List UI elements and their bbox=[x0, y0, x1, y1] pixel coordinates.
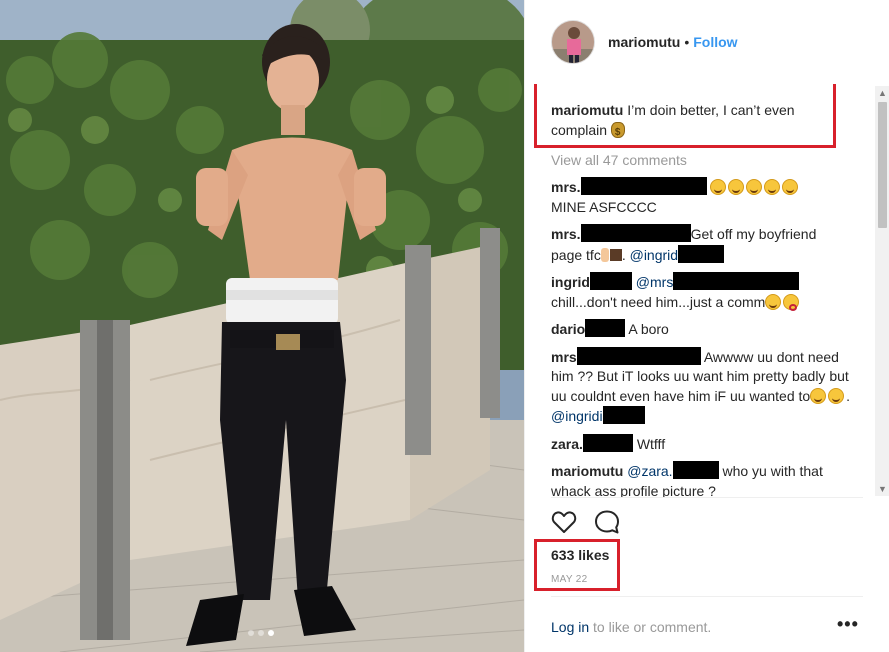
money-bag-emoji-icon bbox=[610, 122, 625, 143]
instagram-post: mariomutu • Follow mariomutu I’m doin be… bbox=[0, 0, 889, 652]
comment-item: mrs. MINE ASFCCCC bbox=[551, 177, 851, 217]
post-photo[interactable] bbox=[0, 0, 524, 652]
comment-mention[interactable]: @ingridi bbox=[551, 408, 603, 424]
comment-text: Wtfff bbox=[636, 435, 666, 452]
caption-username[interactable]: mariomutu bbox=[551, 102, 623, 118]
post-header: mariomutu • Follow bbox=[525, 0, 889, 84]
comment-item: mariomutu @zara. who yu with that whack … bbox=[551, 461, 851, 498]
header-separator: • bbox=[684, 34, 690, 50]
more-options-icon[interactable]: ••• bbox=[837, 614, 859, 635]
laughing-emoji-icon bbox=[765, 293, 782, 310]
redaction-bar bbox=[580, 177, 707, 195]
scroll-down-arrow-icon[interactable]: ▼ bbox=[875, 482, 889, 496]
view-all-comments-link[interactable]: View all 47 comments bbox=[551, 152, 861, 170]
redaction-bar bbox=[576, 346, 701, 365]
avatar[interactable] bbox=[551, 20, 595, 64]
comment-text-extra: . bbox=[846, 387, 851, 404]
redaction-bar bbox=[580, 224, 691, 242]
comment-item: mrs. Get off my boyfriend page tfc. @ingr… bbox=[551, 224, 851, 265]
comment-username[interactable]: mrs. bbox=[551, 226, 581, 242]
comments-list[interactable]: mariomutu I’m doin better, I can’t even … bbox=[525, 84, 875, 498]
carousel-dot[interactable] bbox=[258, 630, 264, 636]
redaction-bar bbox=[672, 461, 719, 479]
comment-item: mrs Awwww uu dont need him ?? But iT loo… bbox=[551, 346, 851, 427]
comment-username[interactable]: ingrid bbox=[551, 274, 590, 290]
comment-username[interactable]: zara. bbox=[551, 436, 583, 452]
login-prompt-text: to like or comment. bbox=[589, 619, 712, 635]
carousel-dot-active[interactable] bbox=[268, 630, 274, 636]
comment-bubble-icon[interactable] bbox=[593, 509, 621, 535]
grinning-face-emoji-icon bbox=[764, 179, 781, 195]
redaction-bar bbox=[582, 433, 633, 452]
login-prompt: Log in to like or comment. bbox=[551, 619, 711, 635]
comment-text: A boro bbox=[628, 321, 669, 337]
comment-item: zara. Wtfff bbox=[551, 433, 851, 455]
comment-mention[interactable]: @mrs bbox=[636, 274, 674, 290]
comment-username[interactable]: mrs bbox=[551, 349, 577, 365]
redaction-bar bbox=[585, 319, 626, 337]
kissing-face-emoji-icon bbox=[783, 293, 800, 311]
grinning-face-emoji-icon bbox=[828, 387, 845, 404]
comment-item: ingrid @mrs chill...don't need him...jus… bbox=[551, 272, 851, 312]
scroll-up-arrow-icon[interactable]: ▲ bbox=[875, 86, 889, 100]
grinning-face-emoji-icon bbox=[782, 179, 799, 195]
pixelated-emoji-icon bbox=[609, 248, 622, 261]
comment-mention[interactable]: @zara. bbox=[627, 463, 672, 479]
comment-username[interactable]: dario bbox=[551, 321, 585, 337]
heart-icon[interactable] bbox=[551, 509, 577, 535]
comment-text: MINE ASFCCCC bbox=[551, 198, 657, 215]
comment-text: chill...don't need him...just a comm bbox=[551, 293, 766, 310]
comment-item: dario A boro bbox=[551, 319, 851, 340]
redaction-bar bbox=[673, 272, 800, 290]
grinning-face-emoji-icon bbox=[728, 179, 745, 195]
photo-scene bbox=[0, 0, 524, 652]
redaction-bar bbox=[678, 244, 725, 263]
hand-emoji-icon bbox=[600, 247, 609, 262]
comment-text-extra: . bbox=[621, 246, 630, 263]
avatar-image bbox=[552, 21, 594, 63]
comment-username[interactable]: mariomutu bbox=[551, 463, 623, 479]
comments-scrollbar[interactable]: ▲ ▼ bbox=[875, 86, 889, 496]
carousel-dot[interactable] bbox=[248, 630, 254, 636]
carousel-indicator[interactable] bbox=[248, 630, 274, 636]
scrollbar-thumb[interactable] bbox=[878, 102, 887, 228]
login-link[interactable]: Log in bbox=[551, 619, 589, 635]
divider bbox=[551, 596, 863, 597]
likes-count[interactable]: 633 likes bbox=[551, 547, 609, 563]
comment-mention[interactable]: @ingrid bbox=[630, 247, 678, 263]
header-username[interactable]: mariomutu bbox=[608, 34, 680, 50]
post-date[interactable]: MAY 22 bbox=[551, 574, 587, 585]
grinning-face-emoji-icon bbox=[710, 179, 727, 195]
post-caption: mariomutu I’m doin better, I can’t even … bbox=[551, 84, 826, 143]
grinning-face-emoji-icon bbox=[746, 179, 763, 195]
laughing-emoji-icon bbox=[810, 387, 827, 404]
comment-username[interactable]: mrs. bbox=[551, 179, 581, 195]
redaction-bar bbox=[589, 272, 632, 290]
redaction-bar bbox=[602, 406, 645, 424]
post-actions bbox=[551, 509, 621, 535]
divider bbox=[551, 497, 863, 498]
post-details-panel: mariomutu • Follow mariomutu I’m doin be… bbox=[524, 0, 889, 652]
follow-button[interactable]: Follow bbox=[693, 34, 737, 50]
